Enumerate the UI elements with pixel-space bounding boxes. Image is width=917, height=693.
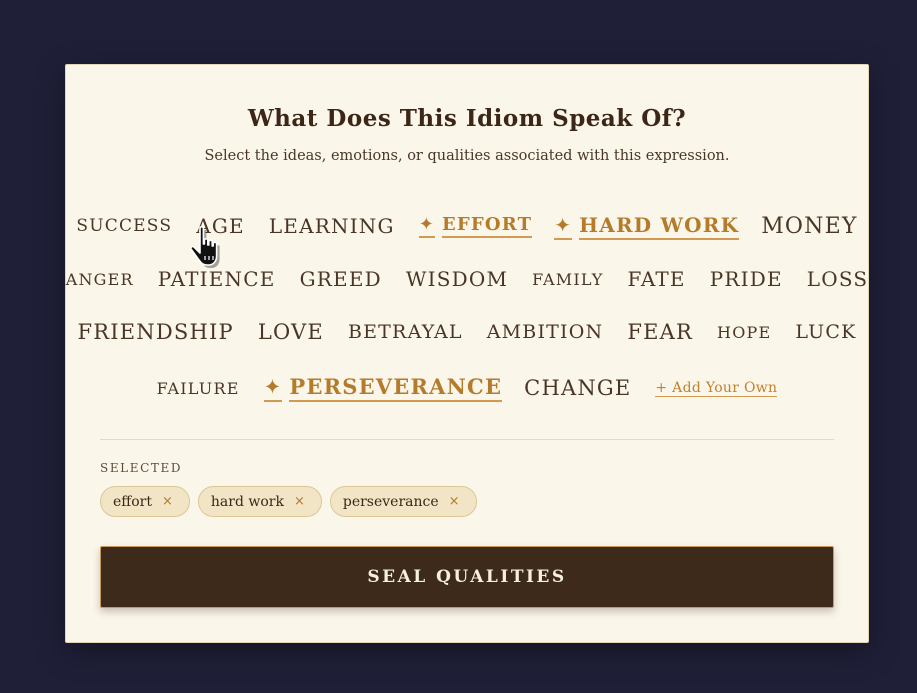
chip-label: effort [113, 493, 152, 510]
word-effort[interactable]: ✦ EFFORT [418, 214, 533, 238]
word-label: LOVE [257, 320, 324, 344]
word-friendship[interactable]: FRIENDSHIP [78, 320, 234, 344]
word-label: LUCK [795, 321, 857, 343]
word-learning[interactable]: LEARNING [269, 214, 395, 238]
seal-qualities-button[interactable]: SEAL QUALITIES [100, 546, 834, 608]
word-label: BETRAYAL [347, 321, 463, 343]
chip-label: perseverance [342, 493, 439, 510]
word-label: CHANGE [524, 376, 632, 400]
hand-pointer-cursor-icon [189, 226, 220, 268]
word-luck[interactable]: LUCK [795, 321, 856, 343]
word-label: HOPE [717, 322, 772, 342]
word-label: WISDOM [405, 267, 509, 291]
word-loss[interactable]: LOSS [807, 267, 869, 291]
word-fear[interactable]: FEAR [627, 320, 693, 344]
word-change[interactable]: CHANGE [524, 376, 631, 400]
remove-chip-icon[interactable]: × [449, 494, 460, 509]
word-label: EFFORT [441, 214, 533, 238]
page-subtitle: Select the ideas, emotions, or qualities… [204, 148, 730, 164]
sparkle-icon: ✦ [263, 375, 283, 402]
word-label: FEAR [627, 320, 694, 344]
word-row-3: FRIENDSHIP LOVE BETRAYAL AMBITION FEAR H… [66, 317, 868, 347]
add-your-own-link[interactable]: + Add Your Own [655, 380, 778, 397]
word-hard-work[interactable]: ✦ HARD WORK [554, 213, 740, 240]
sparkle-icon: ✦ [554, 213, 573, 240]
word-row-1: SUCCESS AGE LEARNING ✦ EFFORT ✦ HARD WORK … [66, 211, 868, 241]
section-divider [100, 439, 834, 440]
word-ambition[interactable]: AMBITION [487, 321, 604, 343]
word-label: MONEY [761, 213, 858, 239]
idiom-card: What Does This Idiom Speak Of? Select th… [65, 64, 869, 643]
word-label: ANGER [65, 269, 134, 289]
selected-chip-perseverance: perseverance × [329, 486, 477, 517]
word-row-4: FAILURE ✦ PERSEVERANCE CHANGE + Add Your … [66, 371, 868, 405]
selected-chip-hard-work: hard work × [197, 486, 322, 517]
remove-chip-icon[interactable]: × [162, 494, 173, 509]
word-label: FATE [627, 267, 686, 291]
word-betrayal[interactable]: BETRAYAL [348, 321, 463, 343]
word-money[interactable]: MONEY [761, 214, 857, 239]
selected-chip-effort: effort × [100, 486, 190, 517]
selected-chips: effort × hard work × perseverance × [100, 486, 485, 517]
word-label: FAILURE [156, 378, 240, 398]
sparkle-icon: ✦ [418, 214, 435, 238]
word-success[interactable]: SUCCESS [76, 216, 172, 236]
word-label: PERSEVERANCE [289, 374, 503, 402]
word-pride[interactable]: PRIDE [710, 267, 783, 291]
word-label: AMBITION [486, 321, 604, 343]
word-fate[interactable]: FATE [627, 267, 685, 291]
word-label: LOSS [806, 267, 869, 291]
word-label: FRIENDSHIP [77, 320, 234, 344]
word-perseverance[interactable]: ✦ PERSEVERANCE [263, 374, 503, 402]
word-row-2: ANGER PATIENCE GREED WISDOM FAMILY FATE … [66, 264, 868, 294]
page-title: What Does This Idiom Speak Of? [247, 105, 687, 132]
chip-label: hard work [210, 493, 284, 510]
selected-section-label: SELECTED [100, 461, 183, 475]
word-label: HARD WORK [579, 213, 740, 240]
word-anger[interactable]: ANGER [66, 270, 134, 289]
word-greed[interactable]: GREED [300, 267, 382, 291]
word-wisdom[interactable]: WISDOM [406, 267, 508, 291]
word-label: GREED [299, 267, 382, 291]
word-hope[interactable]: HOPE [717, 323, 771, 342]
word-label: PRIDE [709, 267, 783, 291]
word-label: FAMILY [532, 269, 604, 289]
word-failure[interactable]: FAILURE [157, 379, 240, 398]
word-label: LEARNING [268, 214, 395, 238]
remove-chip-icon[interactable]: × [294, 494, 305, 509]
word-label: SUCCESS [76, 216, 173, 236]
word-family[interactable]: FAMILY [532, 270, 603, 289]
word-love[interactable]: LOVE [258, 320, 324, 344]
